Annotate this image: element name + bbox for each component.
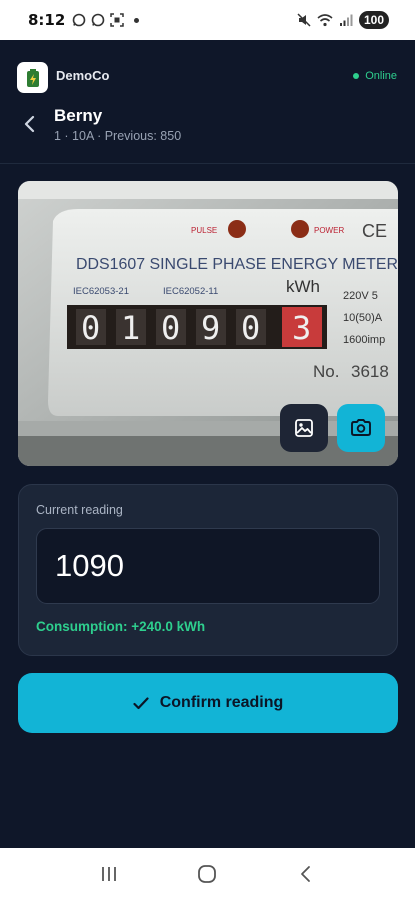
meter-digit: 1 <box>121 309 140 347</box>
notification-icons <box>71 12 140 28</box>
system-icons: 100 <box>296 11 389 29</box>
reading-card: Current reading Consumption: +240.0 kWh <box>18 484 398 656</box>
spec2-text: 10(50)A <box>343 312 383 324</box>
app-header: DemoCo Online Berny 1 · 10A · Previous: … <box>0 40 415 164</box>
battery-indicator: 100 <box>358 11 389 29</box>
meter-subtitle: 1 · 10A · Previous: 850 <box>54 129 182 143</box>
back-button[interactable] <box>18 112 42 136</box>
system-nav-bar <box>0 848 415 900</box>
recent-apps-icon <box>102 867 117 881</box>
iec1-text: IEC62053-21 <box>73 286 129 297</box>
meter-model-text: DDS1607 SINGLE PHASE ENERGY METER <box>76 256 398 273</box>
home-icon <box>198 865 217 883</box>
consumption-text: Consumption: +240.0 kWh <box>36 619 206 634</box>
connection-status-label: Online <box>365 70 397 82</box>
meter-digit: 9 <box>201 309 220 347</box>
app-name: DemoCo <box>56 68 110 83</box>
meter-decimal-digit: 3 <box>292 309 311 347</box>
spec3-text: 1600imp <box>343 334 385 346</box>
status-time: 8:12 <box>28 11 66 29</box>
check-icon <box>133 696 149 709</box>
home-button[interactable] <box>187 854 227 894</box>
spec1-text: 220V 5 <box>343 290 378 302</box>
serial-number: 3618 <box>351 362 389 381</box>
whatsapp-icon <box>90 12 106 28</box>
pulse-label: PULSE <box>191 226 217 235</box>
serial-label: No. <box>313 362 339 381</box>
whatsapp-icon <box>71 12 87 28</box>
confirm-reading-label: Confirm reading <box>159 694 284 711</box>
system-back-button[interactable] <box>286 854 326 894</box>
chevron-left-icon <box>24 115 35 133</box>
confirm-reading-button[interactable]: Confirm reading <box>18 673 398 733</box>
ce-mark: CE <box>362 221 387 241</box>
power-label: POWER <box>314 226 344 235</box>
meter-digit: 0 <box>81 309 100 347</box>
online-dot-icon <box>353 73 360 79</box>
signal-icon <box>338 12 354 28</box>
app-logo-icon <box>17 62 48 93</box>
meter-digit: 0 <box>161 309 180 347</box>
camera-icon <box>351 419 371 436</box>
recent-apps-button[interactable] <box>89 854 129 894</box>
meter-photo: PULSE POWER CE DDS1607 SINGLE PHASE ENER… <box>18 181 398 466</box>
screenshot-icon <box>109 12 125 28</box>
image-icon <box>295 419 313 437</box>
reading-input[interactable] <box>36 528 380 604</box>
camera-button[interactable] <box>337 404 385 452</box>
unit-text: kWh <box>286 277 320 296</box>
gallery-button[interactable] <box>280 404 328 452</box>
meter-title: Berny <box>54 106 103 125</box>
back-arrow-icon <box>300 866 310 882</box>
meter-digit: 0 <box>241 309 260 347</box>
wifi-icon <box>317 12 333 28</box>
iec2-text: IEC62052-11 <box>163 286 218 297</box>
mute-icon <box>296 12 312 28</box>
connection-status: Online <box>353 70 397 82</box>
current-reading-label: Current reading <box>36 503 123 517</box>
status-bar: 8:12 100 <box>0 0 415 40</box>
more-notifications-dot <box>134 17 140 23</box>
